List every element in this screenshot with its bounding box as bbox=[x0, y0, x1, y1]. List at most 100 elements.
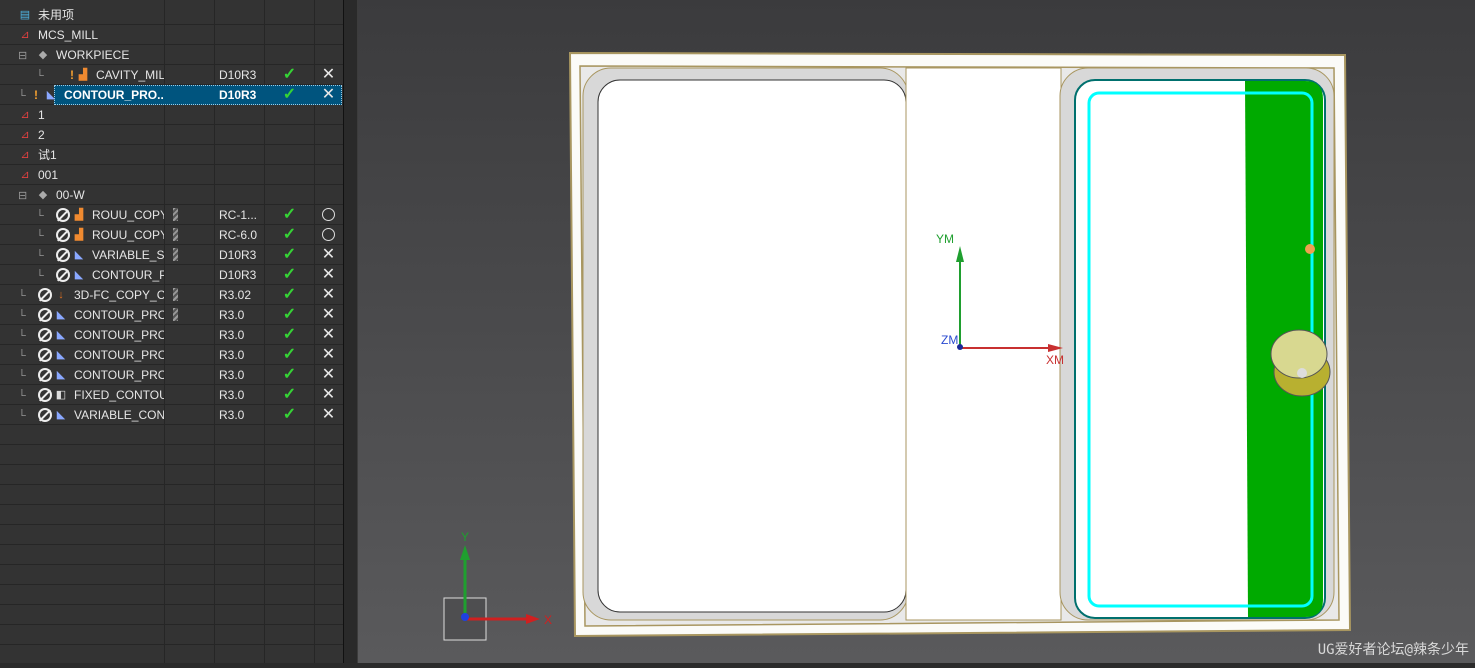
operation-name-cell[interactable]: ⊿ 1 bbox=[0, 105, 164, 125]
tree-row[interactable]: └ ◣ VARIABLE_CON... R3.0 ✓ ✕ bbox=[0, 405, 343, 425]
tree-expander[interactable]: └ bbox=[18, 286, 26, 305]
tree-expander[interactable]: └ bbox=[18, 366, 26, 385]
operation-name-cell[interactable]: ▤ 未用项 bbox=[0, 5, 164, 25]
toolpath-cell bbox=[165, 345, 214, 365]
close-icon: ✕ bbox=[321, 326, 336, 343]
close-icon: ✕ bbox=[321, 246, 336, 263]
tree-expander[interactable]: └ bbox=[36, 66, 44, 85]
operation-name-cell[interactable]: ⊿ 试1 bbox=[0, 145, 164, 165]
toolpath-cell bbox=[165, 105, 214, 125]
tree-expander[interactable]: └ bbox=[18, 386, 26, 405]
tree-row[interactable] bbox=[0, 485, 343, 505]
tool-cell: R3.0 bbox=[219, 408, 245, 422]
tool-cell bbox=[219, 185, 264, 205]
operation-name: CAVITY_MILL bbox=[96, 68, 164, 82]
tool-cell: D10R3 bbox=[219, 88, 257, 102]
mcs-icon: ⊿ bbox=[20, 29, 30, 41]
tree-expander[interactable]: └ bbox=[36, 246, 44, 265]
close-icon bbox=[315, 185, 342, 205]
check-icon: ✓ bbox=[282, 66, 297, 83]
tree-row[interactable]: └ ↓ 3D-FC_COPY_CO... R3.02 ✓ ✕ bbox=[0, 285, 343, 305]
tree-row[interactable]: ⊿ MCS_MILL bbox=[0, 25, 343, 45]
tree-row[interactable]: └ ◣ CONTOUR_PRO... R3.0 ✓ ✕ bbox=[0, 325, 343, 345]
middle-section bbox=[905, 67, 1062, 621]
panel-splitter[interactable] bbox=[343, 0, 358, 663]
x-label: X bbox=[544, 613, 552, 627]
tree-row[interactable]: └ ◣ CONTOUR_P... D10R3 ✓ ✕ bbox=[0, 265, 343, 285]
tree-row[interactable]: └ ◣ CONTOUR_PRO... R3.0 ✓ ✕ bbox=[0, 345, 343, 365]
operation-name: CONTOUR_PRO... bbox=[74, 348, 164, 362]
operation-name-cell[interactable]: ⊿ 001 bbox=[0, 165, 164, 185]
tree-row[interactable]: ⊟ ◆ WORKPIECE bbox=[0, 45, 343, 65]
mcs-icon: ⊿ bbox=[20, 109, 30, 121]
tree-row[interactable]: ⊟ ◆ 00-W bbox=[0, 185, 343, 205]
tree-expander[interactable]: └ bbox=[36, 226, 44, 245]
close-icon bbox=[315, 25, 342, 45]
tree-expander[interactable]: ⊟ bbox=[18, 186, 27, 205]
tree-row[interactable] bbox=[0, 645, 343, 663]
operation-name-cell[interactable]: ⊟ ◆ WORKPIECE bbox=[0, 45, 164, 65]
operation-name-cell[interactable]: └ ◣ CONTOUR_PRO... bbox=[0, 345, 164, 365]
tree-expander[interactable]: └ bbox=[18, 346, 26, 365]
tree-row[interactable] bbox=[0, 445, 343, 465]
tree-row[interactable]: ▤ 未用项 bbox=[0, 5, 343, 25]
graphics-viewport[interactable]: YM XM ZM Y X UG爱好者论坛@辣条少年 bbox=[358, 0, 1475, 663]
tree-row[interactable] bbox=[0, 625, 343, 645]
operation-name-cell[interactable]: └ ▟ ROUU_COPY... bbox=[0, 205, 164, 225]
toolpath-icon bbox=[173, 248, 178, 261]
tree-row[interactable]: └ ◣ VARIABLE_ST... D10R3 ✓ ✕ bbox=[0, 245, 343, 265]
operation-name-cell[interactable]: └! ▟ CAVITY_MILL bbox=[0, 65, 164, 85]
operation-name-cell[interactable]: └ ◣ CONTOUR_PRO... bbox=[0, 325, 164, 345]
warning-icon: ! bbox=[70, 68, 74, 82]
tree-row[interactable] bbox=[0, 425, 343, 445]
tree-row[interactable]: ⊿ 1 bbox=[0, 105, 343, 125]
tree-row[interactable] bbox=[0, 525, 343, 545]
close-icon: ✕ bbox=[321, 266, 336, 283]
tree-expander[interactable]: └ bbox=[18, 306, 26, 325]
operation-name-cell[interactable]: └ ◣ CONTOUR_PRO... bbox=[0, 365, 164, 385]
clock-icon bbox=[322, 228, 335, 241]
operation-name-cell[interactable]: └ ◣ VARIABLE_CON... bbox=[0, 405, 164, 425]
tree-row[interactable] bbox=[0, 565, 343, 585]
tree-expander[interactable]: └ bbox=[18, 326, 26, 345]
tree-row[interactable] bbox=[0, 465, 343, 485]
toolpath-cell bbox=[165, 145, 214, 165]
toolpath-cell bbox=[165, 365, 214, 385]
tree-row[interactable]: └ ▟ ROUU_COPY... RC-6.0 ✓ bbox=[0, 225, 343, 245]
tree-expander[interactable]: └ bbox=[18, 86, 26, 105]
tree-row[interactable]: └ ◣ CONTOUR_PRO... R3.0 ✓ ✕ bbox=[0, 305, 343, 325]
tree-row[interactable] bbox=[0, 585, 343, 605]
tree-row[interactable] bbox=[0, 505, 343, 525]
y-label: Y bbox=[461, 530, 469, 544]
toolpath-cell bbox=[165, 385, 214, 405]
tree-row[interactable]: ⊿ 试1 bbox=[0, 145, 343, 165]
tree-row[interactable]: └ ◣ CONTOUR_PRO... R3.0 ✓ ✕ bbox=[0, 365, 343, 385]
workpiece-icon: ◆ bbox=[38, 189, 48, 201]
operation-name-cell[interactable]: ⊿ MCS_MILL bbox=[0, 25, 164, 45]
operation-name-cell[interactable]: └ ◧ FIXED_CONTOUR bbox=[0, 385, 164, 405]
operation-name-cell[interactable]: └ ▟ ROUU_COPY... bbox=[0, 225, 164, 245]
tree-row[interactable]: └ ◧ FIXED_CONTOUR R3.0 ✓ ✕ bbox=[0, 385, 343, 405]
tree-row[interactable]: └ ▟ ROUU_COPY... RC-1... ✓ bbox=[0, 205, 343, 225]
operation-name-cell[interactable]: ⊿ 2 bbox=[0, 125, 164, 145]
operation-name-cell[interactable]: └ ◣ CONTOUR_P... bbox=[0, 265, 164, 285]
tree-expander[interactable]: └ bbox=[36, 266, 44, 285]
tree-row[interactable] bbox=[0, 605, 343, 625]
tree-expander[interactable]: └ bbox=[36, 206, 44, 225]
operation-name-cell[interactable]: └! ◣ CONTOUR_PRO... bbox=[0, 85, 164, 105]
tree-row[interactable]: ⊿ 001 bbox=[0, 165, 343, 185]
tree-row[interactable] bbox=[0, 545, 343, 565]
operation-name-cell[interactable]: └ ◣ CONTOUR_PRO... bbox=[0, 305, 164, 325]
operation-name: CONTOUR_PRO... bbox=[74, 328, 164, 342]
operation-name: MCS_MILL bbox=[38, 28, 99, 42]
operation-name-cell[interactable]: └ ◣ VARIABLE_ST... bbox=[0, 245, 164, 265]
tree-expander[interactable]: └ bbox=[18, 406, 26, 425]
contour-profile-icon: ◣ bbox=[56, 409, 66, 421]
tree-row[interactable]: └! ◣ CONTOUR_PRO... D10R3 ✓ ✕ bbox=[0, 85, 343, 105]
tree-row[interactable]: ⊿ 2 bbox=[0, 125, 343, 145]
tree-expander[interactable]: ⊟ bbox=[18, 46, 27, 65]
operation-name: ROUU_COPY... bbox=[92, 228, 164, 242]
tree-row[interactable]: └! ▟ CAVITY_MILL D10R3 ✓ ✕ bbox=[0, 65, 343, 85]
operation-name-cell[interactable]: └ ↓ 3D-FC_COPY_CO... bbox=[0, 285, 164, 305]
operation-name-cell[interactable]: ⊟ ◆ 00-W bbox=[0, 185, 164, 205]
